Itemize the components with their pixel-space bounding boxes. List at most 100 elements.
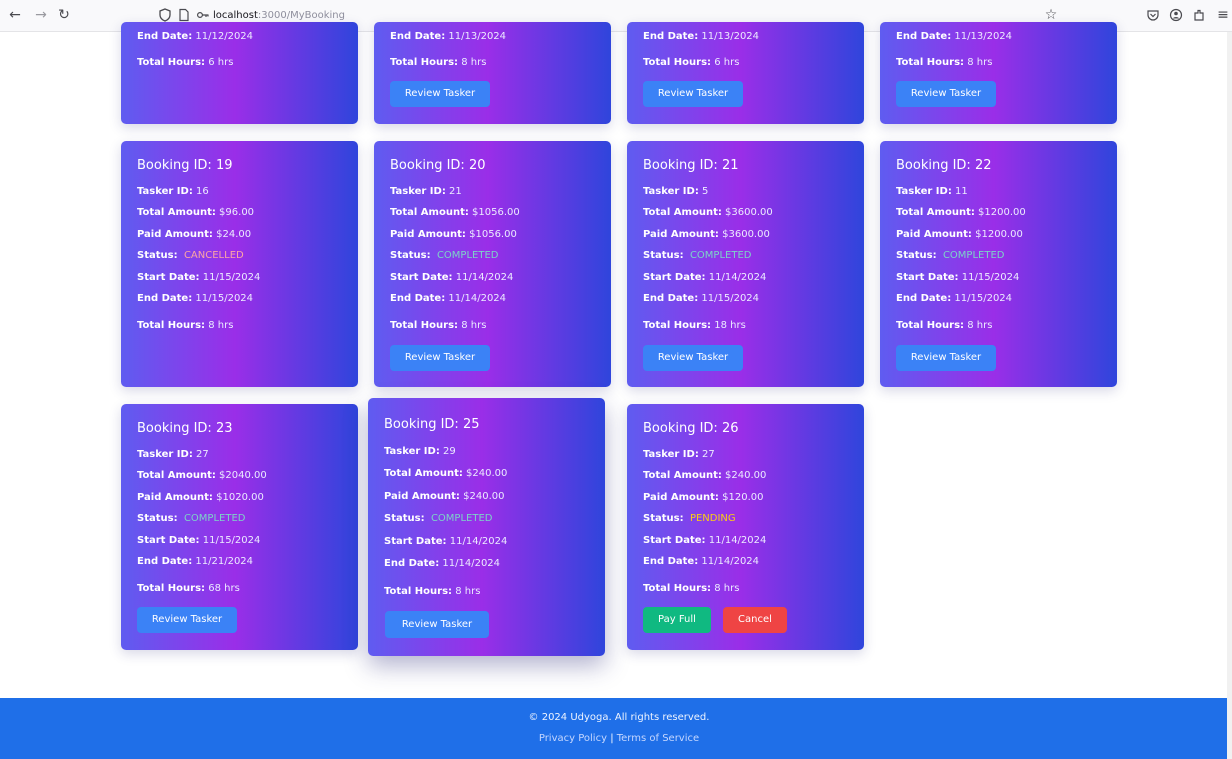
tasker-id-label: Tasker ID: <box>137 449 193 460</box>
paid-amount-label: Paid Amount: <box>390 229 466 240</box>
status-label: Status: <box>137 250 178 261</box>
address-bar[interactable]: localhost:3000/MyBooking <box>213 9 345 23</box>
start-date-label: Start Date: <box>643 535 706 546</box>
review-tasker-button[interactable]: Review Tasker <box>137 607 237 633</box>
total-amount-row: Total Amount: $3600.00 <box>643 206 773 219</box>
tasker-id-row: Tasker ID: 11 <box>896 185 968 198</box>
paid-amount-row: Paid Amount: $1056.00 <box>390 228 517 241</box>
end-date-row: End Date: 11/13/2024 <box>896 30 1012 43</box>
total-hours-label: Total Hours: <box>643 320 712 331</box>
total-hours-row: Total Hours: 8 hrs <box>896 319 992 332</box>
start-date-row: Start Date: 11/14/2024 <box>384 535 507 548</box>
end-date-value: 11/14/2024 <box>448 293 507 304</box>
paid-amount-label: Paid Amount: <box>643 229 719 240</box>
total-hours-row: Total Hours: 8 hrs <box>643 582 739 595</box>
total-hours-value: 8 hrs <box>208 320 234 331</box>
status-badge: COMPLETED <box>436 250 499 261</box>
paid-amount-row: Paid Amount: $3600.00 <box>643 228 770 241</box>
paid-amount-label: Paid Amount: <box>643 492 719 503</box>
paid-amount-row: Paid Amount: $120.00 <box>643 491 763 504</box>
booking-id-title: Booking ID: 21 <box>643 158 739 173</box>
review-tasker-button[interactable]: Review Tasker <box>896 81 996 107</box>
total-amount-value: $96.00 <box>219 207 255 218</box>
total-hours-row: Total Hours: 6 hrs <box>137 56 233 69</box>
footer: © 2024 Udyoga. All rights reserved. Priv… <box>0 698 1227 759</box>
tasker-id-value: 29 <box>443 446 456 457</box>
review-tasker-button[interactable]: Review Tasker <box>385 611 489 638</box>
menu-icon[interactable]: ≡ <box>1214 6 1232 24</box>
end-date-value: 11/13/2024 <box>448 31 507 42</box>
total-amount-row: Total Amount: $2040.00 <box>137 469 267 482</box>
booking-card-partial: End Date: 11/13/2024 Total Hours: 6 hrs … <box>627 22 864 124</box>
total-hours-value: 8 hrs <box>714 583 740 594</box>
status-badge: CANCELLED <box>183 250 244 261</box>
start-date-value: 11/15/2024 <box>202 272 261 283</box>
start-date-row: Start Date: 11/14/2024 <box>390 271 513 284</box>
account-icon[interactable] <box>1167 6 1185 24</box>
status-row: Status: CANCELLED <box>137 249 244 262</box>
total-amount-label: Total Amount: <box>643 470 722 481</box>
total-amount-row: Total Amount: $240.00 <box>384 467 507 480</box>
total-hours-label: Total Hours: <box>390 57 459 68</box>
pay-full-button[interactable]: Pay Full <box>643 607 711 633</box>
booking-id-title: Booking ID: 20 <box>390 158 486 173</box>
back-arrow-icon[interactable]: ← <box>6 6 24 24</box>
total-hours-label: Total Hours: <box>896 57 965 68</box>
end-date-row: End Date: 11/12/2024 <box>137 30 253 43</box>
start-date-value: 11/14/2024 <box>708 535 767 546</box>
end-date-label: End Date: <box>643 556 699 567</box>
terms-of-service-link[interactable]: Terms of Service <box>617 733 699 744</box>
start-date-row: Start Date: 11/15/2024 <box>137 534 260 547</box>
paid-amount-value: $1200.00 <box>975 229 1023 240</box>
review-tasker-button[interactable]: Review Tasker <box>390 345 490 371</box>
total-hours-row: Total Hours: 68 hrs <box>137 582 240 595</box>
booking-card: Booking ID: 23 Tasker ID: 27 Total Amoun… <box>121 404 358 650</box>
booking-card-partial: End Date: 11/13/2024 Total Hours: 8 hrs … <box>880 22 1117 124</box>
booking-id-title: Booking ID: 19 <box>137 158 233 173</box>
start-date-label: Start Date: <box>643 272 706 283</box>
status-row: Status: COMPLETED <box>137 512 245 525</box>
status-label: Status: <box>390 250 431 261</box>
total-amount-row: Total Amount: $1200.00 <box>896 206 1026 219</box>
forward-arrow-icon[interactable]: → <box>32 6 50 24</box>
total-hours-value: 18 hrs <box>714 320 746 331</box>
pocket-icon[interactable] <box>1144 6 1162 24</box>
page: ← → ↻ localhost:3000/MyBooking ☆ ≡ End D… <box>0 0 1232 759</box>
total-hours-row: Total Hours: 18 hrs <box>643 319 746 332</box>
end-date-value: 11/15/2024 <box>954 293 1013 304</box>
total-hours-label: Total Hours: <box>384 586 453 597</box>
status-label: Status: <box>384 513 425 524</box>
privacy-policy-link[interactable]: Privacy Policy <box>539 733 607 744</box>
tasker-id-value: 11 <box>955 186 968 197</box>
review-tasker-button[interactable]: Review Tasker <box>643 345 743 371</box>
total-hours-label: Total Hours: <box>390 320 459 331</box>
review-tasker-button[interactable]: Review Tasker <box>896 345 996 371</box>
paid-amount-value: $1020.00 <box>216 492 264 503</box>
total-amount-value: $240.00 <box>466 468 508 479</box>
total-hours-label: Total Hours: <box>896 320 965 331</box>
cancel-booking-button[interactable]: Cancel <box>723 607 787 633</box>
extensions-icon[interactable] <box>1190 6 1208 24</box>
total-amount-row: Total Amount: $96.00 <box>137 206 254 219</box>
booking-id-title: Booking ID: 22 <box>896 158 992 173</box>
total-hours-label: Total Hours: <box>137 57 206 68</box>
status-badge: COMPLETED <box>942 250 1005 261</box>
total-amount-row: Total Amount: $1056.00 <box>390 206 520 219</box>
tasker-id-label: Tasker ID: <box>384 446 440 457</box>
review-tasker-button[interactable]: Review Tasker <box>390 81 490 107</box>
paid-amount-value: $3600.00 <box>722 229 770 240</box>
status-label: Status: <box>137 513 178 524</box>
booking-card: Booking ID: 25 Tasker ID: 29 Total Amoun… <box>368 398 605 656</box>
reload-icon[interactable]: ↻ <box>55 6 73 24</box>
total-amount-label: Total Amount: <box>643 207 722 218</box>
paid-amount-row: Paid Amount: $1020.00 <box>137 491 264 504</box>
status-row: Status: COMPLETED <box>384 512 492 525</box>
total-hours-value: 8 hrs <box>455 586 481 597</box>
scrollbar-track[interactable] <box>1227 32 1232 759</box>
end-date-value: 11/14/2024 <box>442 558 501 569</box>
end-date-value: 11/15/2024 <box>701 293 760 304</box>
review-tasker-button[interactable]: Review Tasker <box>643 81 743 107</box>
status-row: Status: COMPLETED <box>643 249 751 262</box>
tasker-id-value: 27 <box>702 449 715 460</box>
status-row: Status: COMPLETED <box>896 249 1004 262</box>
